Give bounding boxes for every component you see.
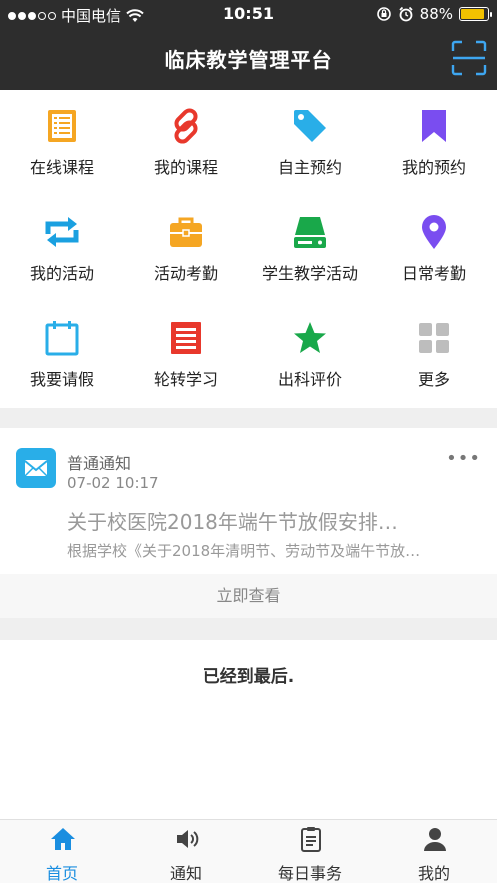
section-divider	[0, 408, 497, 428]
grid-item-student-teaching-activities[interactable]: 学生教学活动	[248, 196, 372, 302]
course-list-icon	[48, 110, 76, 142]
grid-item-label: 轮转学习	[153, 370, 218, 389]
section-divider	[0, 618, 497, 640]
notice-title[interactable]: 关于校医院2018年端午节放假安排…	[67, 506, 467, 535]
notice-badge	[16, 448, 56, 488]
repeat-icon	[45, 217, 79, 247]
rotation-lock-icon	[376, 7, 391, 21]
grid-item-self-booking[interactable]: 自主预约	[248, 90, 372, 196]
grid-item-label: 我的课程	[153, 158, 218, 177]
grid-item-label: 在线课程	[29, 158, 94, 177]
person-icon	[424, 828, 446, 851]
grid-item-label: 出科评价	[277, 370, 342, 389]
speaker-icon	[177, 830, 199, 848]
end-of-list-text: 已经到最后.	[202, 667, 295, 687]
grid-item-daily-attendance[interactable]: 日常考勤	[372, 196, 496, 302]
status-right: 88%	[376, 5, 492, 23]
battery-fill	[461, 9, 484, 19]
notice-card[interactable]: 普通通知 07-02 10:17 ••• 关于校医院2018年端午节放假安排… …	[0, 428, 497, 618]
grid-item-request-leave[interactable]: 我要请假	[0, 302, 124, 408]
battery-percent: 88%	[419, 5, 453, 23]
grid-item-my-courses[interactable]: 我的课程	[124, 90, 248, 196]
grid-item-label: 学生教学活动	[261, 264, 358, 283]
status-bar: 中国电信 10:51 88%	[0, 0, 497, 28]
grid-item-department-evaluation[interactable]: 出科评价	[248, 302, 372, 408]
more-options-icon[interactable]: •••	[446, 448, 481, 469]
grid-more-icon	[419, 323, 449, 353]
bookmark-icon	[422, 110, 446, 142]
tab-label: 首页	[45, 864, 78, 883]
tab-home[interactable]: 首页	[0, 820, 124, 883]
notice-summary: 根据学校《关于2018年清明节、劳动节及端午节放…	[67, 542, 421, 560]
calendar-icon	[45, 321, 79, 356]
mail-icon	[24, 460, 48, 477]
page-title: 临床教学管理平台	[164, 48, 333, 72]
link-icon	[174, 108, 198, 144]
grid-item-label: 我的预约	[401, 158, 466, 177]
home-icon	[51, 828, 75, 850]
tab-label: 我的	[417, 864, 450, 883]
grid-item-more[interactable]: 更多	[372, 302, 496, 408]
scan-icon[interactable]	[451, 40, 487, 76]
grid-item-my-activities[interactable]: 我的活动	[0, 196, 124, 302]
grid-item-label: 我的活动	[29, 264, 94, 283]
tab-mine[interactable]: 我的	[372, 820, 496, 883]
tab-notifications[interactable]: 通知	[124, 820, 248, 883]
battery-icon	[459, 7, 492, 21]
grid-item-label: 自主预约	[277, 158, 342, 177]
grid-item-label: 我要请假	[29, 370, 94, 389]
function-grid: 在线课程 我的课程 自主预约 我的预约 我的活动 活动考勤 学生教学活动 日常考…	[0, 90, 497, 408]
grid-item-online-courses[interactable]: 在线课程	[0, 90, 124, 196]
tab-label: 每日事务	[277, 864, 342, 883]
drive-icon	[294, 217, 326, 248]
clipboard-icon	[301, 827, 321, 852]
location-pin-icon	[422, 215, 446, 249]
grid-item-label: 日常考勤	[401, 264, 466, 283]
briefcase-icon	[170, 217, 202, 247]
grid-item-activity-attendance[interactable]: 活动考勤	[124, 196, 248, 302]
notice-type: 普通通知	[67, 454, 132, 473]
notice-time: 07-02 10:17	[67, 474, 159, 492]
tab-daily-affairs[interactable]: 每日事务	[248, 820, 372, 883]
tab-bar: 首页 通知 每日事务 我的	[0, 819, 497, 883]
grid-item-rotation-study[interactable]: 轮转学习	[124, 302, 248, 408]
view-now-button[interactable]: 立即查看	[0, 574, 497, 618]
grid-item-label: 活动考勤	[153, 264, 218, 283]
grid-item-my-bookings[interactable]: 我的预约	[372, 90, 496, 196]
document-icon	[171, 322, 201, 354]
grid-item-label: 更多	[417, 370, 450, 389]
star-icon	[294, 322, 326, 353]
tab-label: 通知	[169, 864, 202, 883]
header: 中国电信 10:51 88% 临床教学管理平台	[0, 0, 497, 90]
alarm-icon	[399, 6, 413, 22]
tag-icon	[294, 110, 326, 142]
